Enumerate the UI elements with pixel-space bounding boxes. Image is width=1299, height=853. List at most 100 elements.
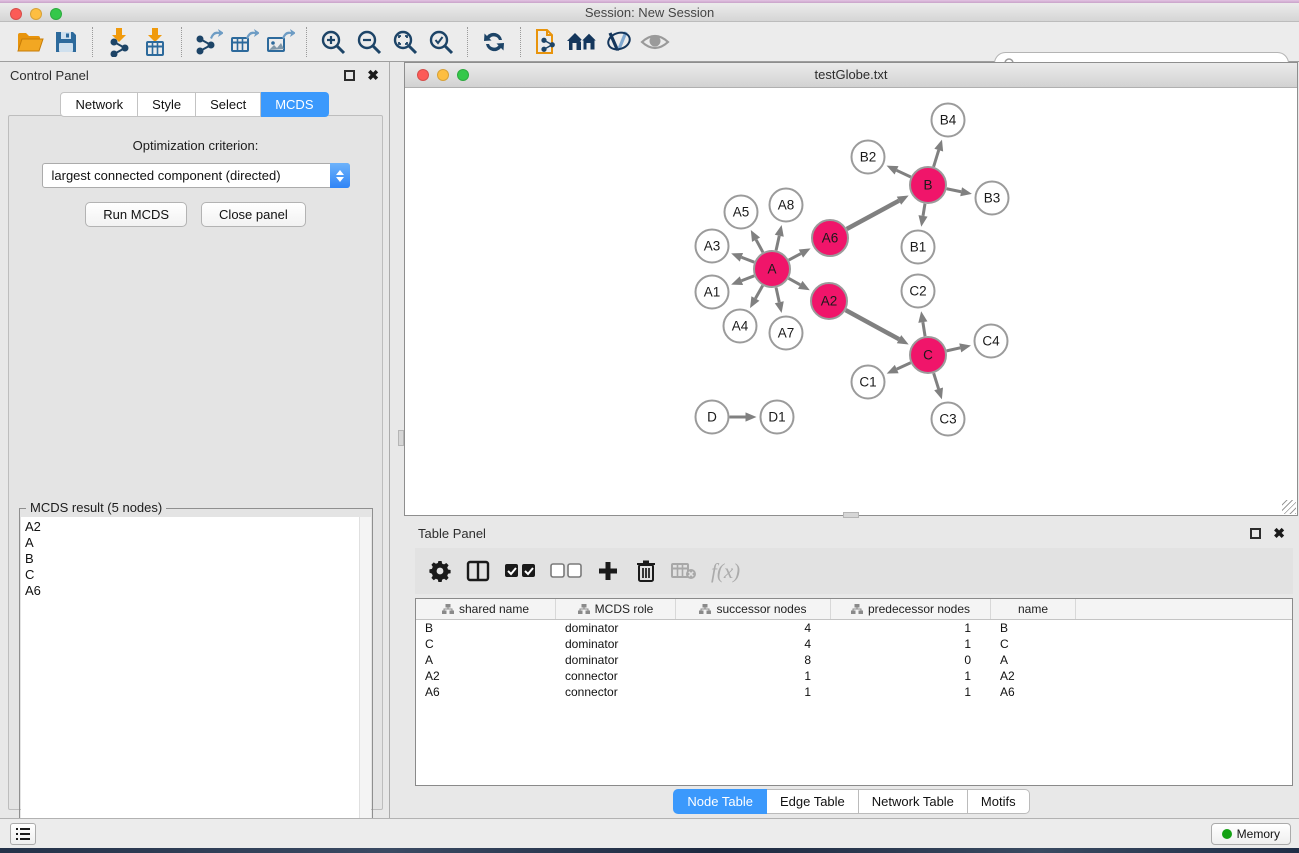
graph-edge-C-C3[interactable]: [934, 373, 939, 389]
export-table-icon[interactable]: [226, 26, 262, 58]
clone-network-icon[interactable]: [529, 26, 565, 58]
graph-edge-A-A5[interactable]: [756, 240, 763, 253]
main-titlebar: Session: New Session: [0, 3, 1299, 22]
edge-arrowhead: [731, 276, 743, 285]
table-cell: A6: [416, 684, 556, 700]
table-cell: C: [991, 636, 1076, 652]
gear-icon[interactable]: [425, 556, 455, 586]
tab-node-table[interactable]: Node Table: [673, 789, 767, 814]
graph-node-label: A7: [778, 326, 795, 341]
table-cell: A2: [416, 668, 556, 684]
zoom-in-icon[interactable]: [315, 26, 351, 58]
toolbar-separator: [467, 27, 468, 57]
table-row[interactable]: Adominator80A: [416, 652, 1292, 668]
close-table-panel-icon[interactable]: ✖: [1273, 528, 1285, 539]
open-session-icon[interactable]: [12, 26, 48, 58]
close-panel-icon[interactable]: ✖: [367, 70, 379, 81]
tab-edge-table[interactable]: Edge Table: [767, 789, 859, 814]
network-window-titlebar[interactable]: testGlobe.txt: [405, 63, 1297, 88]
tab-mcds[interactable]: MCDS: [261, 92, 328, 117]
column-header-shared-name[interactable]: shared name: [416, 599, 556, 619]
tab-style[interactable]: Style: [138, 92, 196, 117]
import-table-icon[interactable]: [137, 26, 173, 58]
delete-table-icon[interactable]: [669, 556, 699, 586]
graph-edge-A2-C[interactable]: [846, 310, 899, 339]
deselect-all-icon[interactable]: [547, 556, 585, 586]
edge-arrowhead: [960, 187, 972, 196]
graph-edge-A6-B[interactable]: [847, 201, 899, 229]
home-icon[interactable]: [565, 26, 601, 58]
table-row[interactable]: A6connector11A6: [416, 684, 1292, 700]
save-session-icon[interactable]: [48, 26, 84, 58]
tab-select[interactable]: Select: [196, 92, 261, 117]
split-columns-icon[interactable]: [463, 556, 493, 586]
graph-edge-C-C2[interactable]: [923, 322, 925, 336]
zoom-out-icon[interactable]: [351, 26, 387, 58]
tab-motifs[interactable]: Motifs: [968, 789, 1030, 814]
import-network-icon[interactable]: [101, 26, 137, 58]
graph-edge-A-A6[interactable]: [789, 254, 801, 260]
table-row[interactable]: A2connector11A2: [416, 668, 1292, 684]
table-cell: 1: [831, 620, 991, 636]
graph-edge-C-C1[interactable]: [897, 363, 911, 369]
graph-edge-A-A8[interactable]: [776, 236, 779, 251]
result-item[interactable]: A2: [25, 519, 359, 535]
graph-edge-A-A3[interactable]: [741, 257, 754, 262]
graph-edge-B-B4[interactable]: [934, 150, 939, 167]
table-cell: dominator: [556, 620, 676, 636]
result-item[interactable]: B: [25, 551, 359, 567]
eye-icon[interactable]: [637, 26, 673, 58]
network-canvas[interactable]: B4B2BB3A8A5A6A3B1AA1C2A2A4A7C4CC1C3DD1: [405, 88, 1297, 515]
graph-edge-A-A2[interactable]: [789, 278, 801, 285]
graph-edge-B-B2[interactable]: [897, 170, 911, 177]
export-image-icon[interactable]: [262, 26, 298, 58]
graph-edge-A-A1[interactable]: [741, 276, 754, 281]
close-panel-button[interactable]: Close panel: [201, 202, 306, 227]
zoom-selected-icon[interactable]: [423, 26, 459, 58]
edge-arrowhead: [959, 343, 971, 352]
add-column-icon[interactable]: [593, 556, 623, 586]
window-resize-grip[interactable]: [1282, 500, 1296, 514]
split-divider-handle[interactable]: [843, 512, 859, 518]
graph-node-label: A8: [778, 198, 795, 213]
run-mcds-button[interactable]: Run MCDS: [85, 202, 187, 227]
graph-node-label: B: [923, 178, 932, 193]
column-header-predecessor-nodes[interactable]: predecessor nodes: [831, 599, 991, 619]
table-cell: B: [991, 620, 1076, 636]
tab-network[interactable]: Network: [60, 92, 138, 117]
float-table-panel-icon[interactable]: [1250, 528, 1261, 539]
table-cell: A: [416, 652, 556, 668]
tab-network-table[interactable]: Network Table: [859, 789, 968, 814]
column-header-name[interactable]: name: [991, 599, 1076, 619]
refresh-icon[interactable]: [476, 26, 512, 58]
graph-edge-A-A4[interactable]: [755, 286, 762, 299]
result-item[interactable]: C: [25, 567, 359, 583]
optimization-criterion-select[interactable]: largest connected component (directed): [42, 163, 350, 188]
column-header-successor-nodes[interactable]: successor nodes: [676, 599, 831, 619]
graph-edge-C-C4[interactable]: [947, 348, 961, 351]
graph-node-label: B2: [860, 150, 877, 165]
graph-edge-B-B3[interactable]: [947, 189, 962, 192]
export-network-icon[interactable]: [190, 26, 226, 58]
table-cell: dominator: [556, 652, 676, 668]
result-scrollbar[interactable]: [359, 517, 371, 852]
delete-column-icon[interactable]: [631, 556, 661, 586]
float-panel-icon[interactable]: [344, 70, 355, 81]
function-builder-icon[interactable]: f(x): [707, 559, 740, 584]
column-header-MCDS-role[interactable]: MCDS role: [556, 599, 676, 619]
table-header-row[interactable]: shared nameMCDS rolesuccessor nodesprede…: [416, 599, 1292, 620]
split-divider-handle[interactable]: [398, 430, 404, 446]
graph-edge-A-A7[interactable]: [776, 288, 779, 303]
toolbar-separator: [181, 27, 182, 57]
result-item[interactable]: A: [25, 535, 359, 551]
select-all-icon[interactable]: [501, 556, 539, 586]
zoom-fit-icon[interactable]: [387, 26, 423, 58]
show-hide-style-icon[interactable]: [601, 26, 637, 58]
memory-button[interactable]: Memory: [1211, 823, 1291, 845]
table-row[interactable]: Bdominator41B: [416, 620, 1292, 636]
task-history-button[interactable]: [10, 823, 36, 845]
edge-arrowhead: [775, 301, 784, 313]
graph-edge-B-B1[interactable]: [923, 204, 925, 216]
table-row[interactable]: Cdominator41C: [416, 636, 1292, 652]
result-item[interactable]: A6: [25, 583, 359, 599]
